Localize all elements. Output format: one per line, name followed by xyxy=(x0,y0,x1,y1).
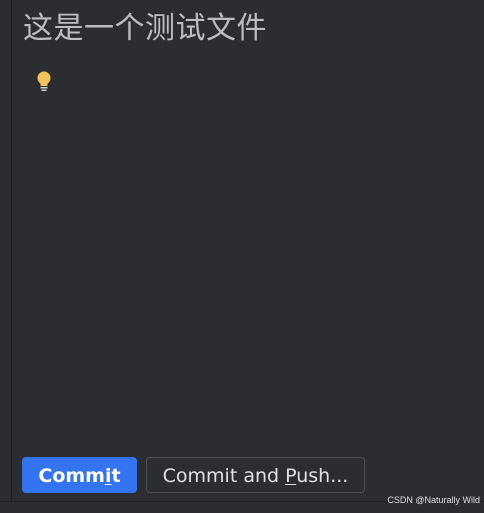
lightbulb-icon[interactable] xyxy=(35,70,53,94)
bulb-base-ring-2 xyxy=(41,89,47,91)
commit-and-push-label-mnemonic: P xyxy=(285,465,297,487)
commit-button[interactable]: Commit xyxy=(22,457,137,493)
commit-and-push-button[interactable]: Commit and Push... xyxy=(146,457,365,493)
watermark-text: CSDN @Naturally Wild xyxy=(387,495,480,505)
commit-panel: 这是一个测试文件 Commit Commit and Push... xyxy=(13,0,484,501)
bulb-base-ring-1 xyxy=(40,87,48,89)
commit-label-end: t xyxy=(111,465,121,487)
commit-label-start: Comm xyxy=(38,465,105,487)
commit-and-push-label-end: ush... xyxy=(296,465,349,487)
bulb-neck xyxy=(40,82,48,86)
commit-message-text[interactable]: 这是一个测试文件 xyxy=(23,9,267,49)
commit-and-push-label-start: Commit and xyxy=(162,465,286,487)
left-gutter xyxy=(0,0,12,501)
